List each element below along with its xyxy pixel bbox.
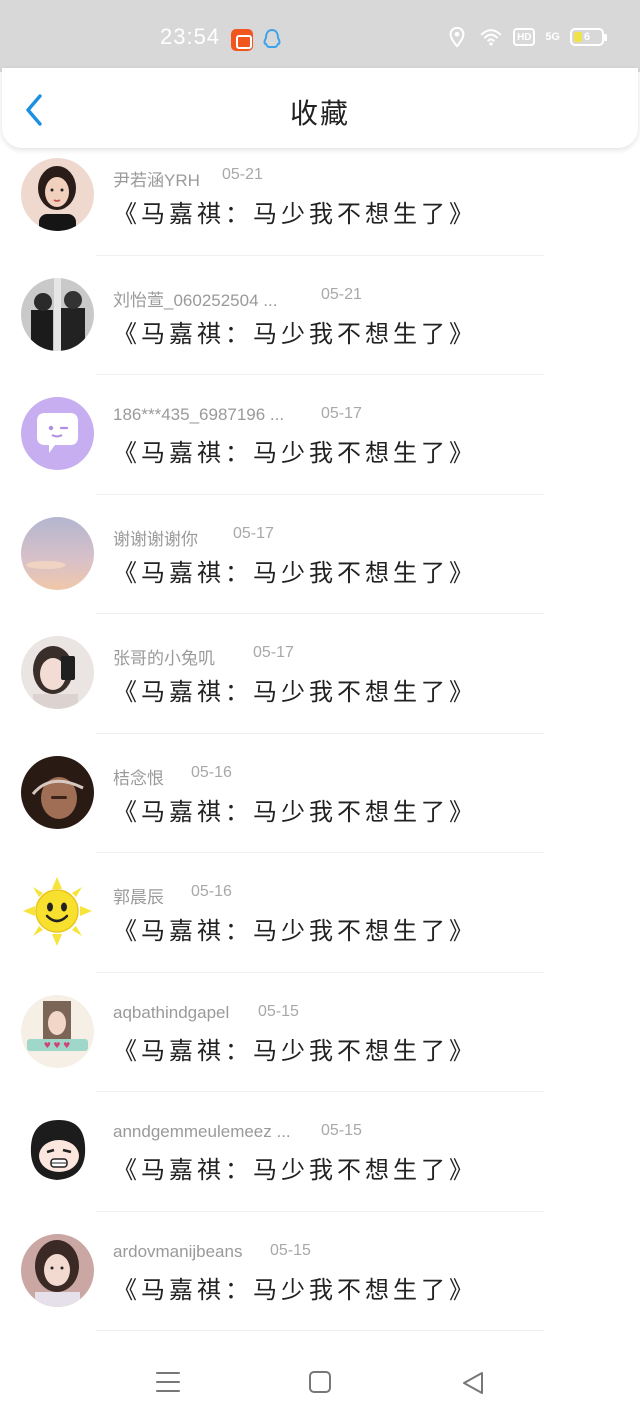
chat-bubble-avatar <box>21 397 94 470</box>
favorite-item[interactable]: ♥ ♥ ♥ aqbathindgapel 05-15 《马嘉祺：马少我不想生了》 <box>0 973 640 1092</box>
username[interactable]: 郭晨辰 <box>113 883 164 908</box>
qq-icon <box>263 28 281 48</box>
post-date: 05-17 <box>253 644 294 661</box>
username[interactable]: 桔念恨 <box>113 764 164 789</box>
story-title[interactable]: 《马嘉祺：马少我不想生了》 <box>113 1031 477 1066</box>
post-date: 05-21 <box>222 166 263 183</box>
post-date: 05-15 <box>258 1002 299 1020</box>
system-nav-bar <box>0 1340 640 1422</box>
story-title[interactable]: 《马嘉祺：马少我不想生了》 <box>113 1270 477 1305</box>
item-meta: aqbathindgapel 05-15 <box>113 1003 299 1023</box>
user-avatar[interactable] <box>21 755 94 829</box>
square-home-icon <box>309 1371 331 1393</box>
story-title[interactable]: 《马嘉祺：马少我不想生了》 <box>113 553 477 588</box>
item-meta: ardovmanijbeans 05-15 <box>113 1242 311 1262</box>
favorite-item[interactable]: 186***435_6987196 ... 05-17 《马嘉祺：马少我不想生了》 <box>0 375 640 495</box>
menu-icon <box>156 1372 180 1392</box>
status-bar: 23:54 HD 5G 6 <box>0 0 640 72</box>
cartoon-face-avatar <box>21 1114 94 1187</box>
battery-level <box>574 32 582 42</box>
location-icon <box>449 26 465 48</box>
username[interactable]: 刘怡萱_060252504 ... <box>113 286 277 311</box>
username[interactable]: ardovmanijbeans <box>113 1242 242 1262</box>
status-time: 23:54 <box>160 24 221 49</box>
user-avatar[interactable] <box>21 516 94 590</box>
user-avatar[interactable] <box>21 1233 94 1307</box>
post-date: 05-15 <box>270 1241 311 1259</box>
page-title: 收藏 <box>289 97 350 130</box>
item-meta: 张哥的小兔叽 05-17 <box>113 644 294 669</box>
user-avatar[interactable] <box>21 1114 94 1187</box>
svg-text:♥ ♥ ♥: ♥ ♥ ♥ <box>44 1041 71 1050</box>
post-date: 05-17 <box>233 524 274 542</box>
menu-button[interactable] <box>155 1370 181 1394</box>
user-avatar[interactable] <box>21 875 94 948</box>
story-title[interactable]: 《马嘉祺：马少我不想生了》 <box>113 672 477 707</box>
favorite-item[interactable]: ardovmanijbeans 05-15 《马嘉祺：马少我不想生了》 <box>0 1212 640 1331</box>
item-meta: 尹若涵YRH 05-21 <box>113 166 263 191</box>
item-meta: anndgemmeulemeez ... 05-15 <box>113 1122 362 1142</box>
item-meta: 桔念恨 05-16 <box>113 764 232 789</box>
battery-percent: 6 <box>583 31 591 43</box>
favorite-item[interactable]: 谢谢谢谢你 05-17 《马嘉祺：马少我不想生了》 <box>0 495 640 614</box>
sky-photo-avatar <box>21 516 94 590</box>
selfie-avatar <box>21 636 94 709</box>
story-title[interactable]: 《马嘉祺：马少我不想生了》 <box>113 194 477 229</box>
username[interactable]: 张哥的小兔叽 <box>113 644 215 669</box>
dark-portrait-avatar <box>21 755 94 829</box>
app-notification-icon <box>231 29 253 51</box>
favorite-item[interactable]: 桔念恨 05-16 《马嘉祺：马少我不想生了》 <box>0 734 640 853</box>
girl-caption-avatar: ♥ ♥ ♥ <box>21 994 94 1068</box>
favorite-item[interactable]: anndgemmeulemeez ... 05-15 《马嘉祺：马少我不想生了》 <box>0 1092 640 1212</box>
post-date: 05-15 <box>321 1122 362 1139</box>
story-title[interactable]: 《马嘉祺：马少我不想生了》 <box>113 314 477 349</box>
triangle-back-icon <box>463 1372 483 1394</box>
system-back-button[interactable] <box>460 1370 486 1396</box>
story-title[interactable]: 《马嘉祺：马少我不想生了》 <box>113 1150 477 1185</box>
post-date: 05-21 <box>321 285 362 303</box>
sun-smiley-avatar <box>21 875 94 948</box>
wifi-icon <box>481 29 502 46</box>
favorite-item[interactable]: 尹若涵YRH 05-21 《马嘉祺：马少我不想生了》 <box>0 136 640 256</box>
story-title[interactable]: 《马嘉祺：马少我不想生了》 <box>113 911 477 946</box>
user-avatar[interactable] <box>21 636 94 709</box>
post-date: 05-17 <box>321 405 362 422</box>
favorite-item[interactable]: 郭晨辰 05-16 《马嘉祺：马少我不想生了》 <box>0 853 640 973</box>
story-title[interactable]: 《马嘉祺：马少我不想生了》 <box>113 433 477 468</box>
girl-portrait-avatar <box>21 158 94 231</box>
status-icons: HD 5G 6 <box>445 26 607 48</box>
user-avatar[interactable] <box>21 158 94 231</box>
battery-icon: 6 <box>570 28 607 46</box>
favorite-item[interactable]: 张哥的小兔叽 05-17 《马嘉祺：马少我不想生了》 <box>0 614 640 734</box>
username[interactable]: anndgemmeulemeez ... <box>113 1122 291 1142</box>
username[interactable]: aqbathindgapel <box>113 1003 229 1023</box>
post-date: 05-16 <box>191 763 232 781</box>
username[interactable]: 谢谢谢谢你 <box>113 525 198 550</box>
item-meta: 郭晨辰 05-16 <box>113 883 232 908</box>
post-date: 05-16 <box>191 883 232 900</box>
item-meta: 186***435_6987196 ... 05-17 <box>113 405 362 425</box>
user-avatar[interactable] <box>21 277 94 351</box>
favorite-item[interactable]: 刘怡萱_060252504 ... 05-21 《马嘉祺：马少我不想生了》 <box>0 256 640 375</box>
username[interactable]: 尹若涵YRH <box>113 166 200 191</box>
user-avatar[interactable]: ♥ ♥ ♥ <box>21 994 94 1068</box>
hd-badge: HD <box>513 28 536 46</box>
home-button[interactable] <box>308 1370 332 1394</box>
item-meta: 谢谢谢谢你 05-17 <box>113 525 274 550</box>
user-avatar[interactable] <box>21 397 94 470</box>
app-header: 收藏 <box>2 68 638 148</box>
username[interactable]: 186***435_6987196 ... <box>113 405 284 425</box>
divider <box>96 1330 544 1331</box>
story-title[interactable]: 《马嘉祺：马少我不想生了》 <box>113 792 477 827</box>
item-meta: 刘怡萱_060252504 ... 05-21 <box>113 286 362 311</box>
couple-photo-avatar <box>21 277 94 351</box>
girl-photo-avatar <box>21 1233 94 1307</box>
network-5g-icon: 5G <box>545 31 560 43</box>
favorites-list: 尹若涵YRH 05-21 《马嘉祺：马少我不想生了》 刘怡萱_060252504 ..… <box>0 136 640 1331</box>
